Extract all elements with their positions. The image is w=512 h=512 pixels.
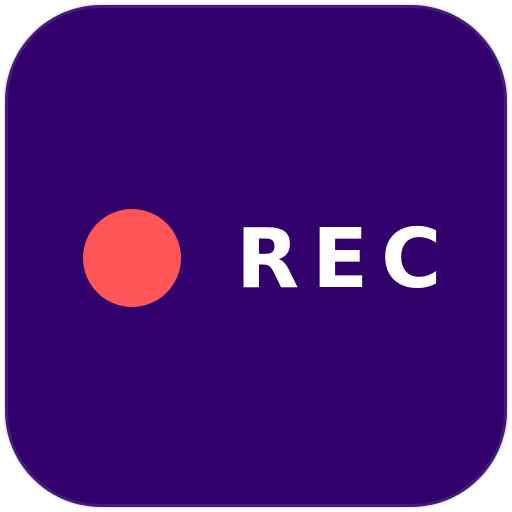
record-app-icon[interactable]: REC bbox=[0, 0, 512, 512]
rec-label: REC bbox=[236, 212, 455, 307]
record-dot-icon bbox=[83, 209, 181, 307]
